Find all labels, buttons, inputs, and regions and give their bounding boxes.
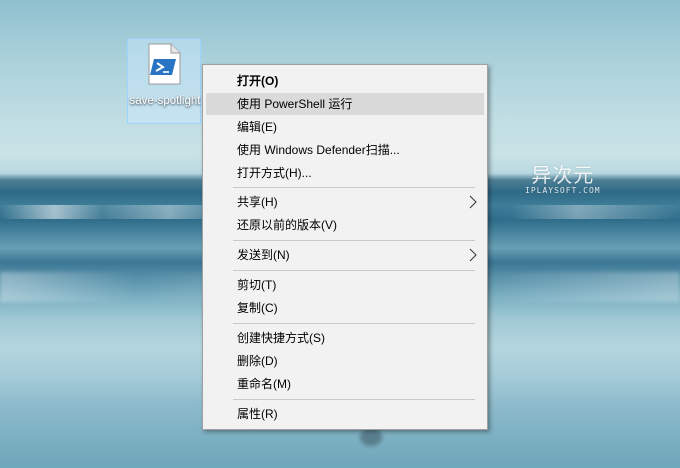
menu-item-label: 打开(O) xyxy=(237,74,279,88)
menu-item-label: 编辑(E) xyxy=(237,120,277,134)
menu-item-properties[interactable]: 属性(R) xyxy=(206,403,484,425)
beach-rock xyxy=(360,428,382,446)
menu-item-rename[interactable]: 重命名(M) xyxy=(206,373,484,395)
menu-separator xyxy=(233,323,475,324)
desktop-file-label: save-spotlight xyxy=(129,95,201,107)
menu-separator xyxy=(233,399,475,400)
menu-item-label: 还原以前的版本(V) xyxy=(237,218,337,232)
watermark-sub: IPLAYSOFT.COM xyxy=(525,186,601,195)
menu-item-cut[interactable]: 剪切(T) xyxy=(206,274,484,296)
powershell-file-icon xyxy=(148,43,181,85)
menu-item-label: 共享(H) xyxy=(237,195,278,209)
menu-item-delete[interactable]: 删除(D) xyxy=(206,350,484,372)
menu-item-label: 属性(R) xyxy=(237,407,278,421)
desktop-file-icon[interactable]: save-spotlight xyxy=(127,38,201,124)
menu-item-open-with[interactable]: 打开方式(H)... xyxy=(206,162,484,184)
menu-item-label: 发送到(N) xyxy=(237,248,290,262)
menu-item-label: 使用 PowerShell 运行 xyxy=(237,97,353,111)
menu-item-share[interactable]: 共享(H) xyxy=(206,191,484,213)
watermark: 异次元 IPLAYSOFT.COM xyxy=(525,164,601,196)
menu-item-label: 打开方式(H)... xyxy=(237,166,312,180)
menu-item-label: 剪切(T) xyxy=(237,278,277,292)
menu-item-label: 删除(D) xyxy=(237,354,278,368)
menu-item-copy[interactable]: 复制(C) xyxy=(206,297,484,319)
desktop-background[interactable]: 异次元 IPLAYSOFT.COM save-spotlight 打开(O) 使… xyxy=(0,0,680,468)
menu-item-label: 重命名(M) xyxy=(237,377,291,391)
menu-item-create-shortcut[interactable]: 创建快捷方式(S) xyxy=(206,327,484,349)
menu-item-label: 使用 Windows Defender扫描... xyxy=(237,143,400,157)
menu-item-label: 复制(C) xyxy=(237,301,278,315)
menu-item-open[interactable]: 打开(O) xyxy=(206,70,484,92)
menu-separator xyxy=(233,240,475,241)
menu-separator xyxy=(233,187,475,188)
chevron-right-icon xyxy=(469,248,477,262)
menu-item-label: 创建快捷方式(S) xyxy=(237,331,325,345)
context-menu: 打开(O) 使用 PowerShell 运行 编辑(E) 使用 Windows … xyxy=(202,64,488,430)
menu-separator xyxy=(233,270,475,271)
menu-item-run-with-powershell[interactable]: 使用 PowerShell 运行 xyxy=(206,93,484,115)
menu-item-defender-scan[interactable]: 使用 Windows Defender扫描... xyxy=(206,139,484,161)
menu-item-edit[interactable]: 编辑(E) xyxy=(206,116,484,138)
menu-item-send-to[interactable]: 发送到(N) xyxy=(206,244,484,266)
menu-item-restore-previous-versions[interactable]: 还原以前的版本(V) xyxy=(206,214,484,236)
watermark-main: 异次元 xyxy=(531,163,595,187)
chevron-right-icon xyxy=(469,195,477,209)
